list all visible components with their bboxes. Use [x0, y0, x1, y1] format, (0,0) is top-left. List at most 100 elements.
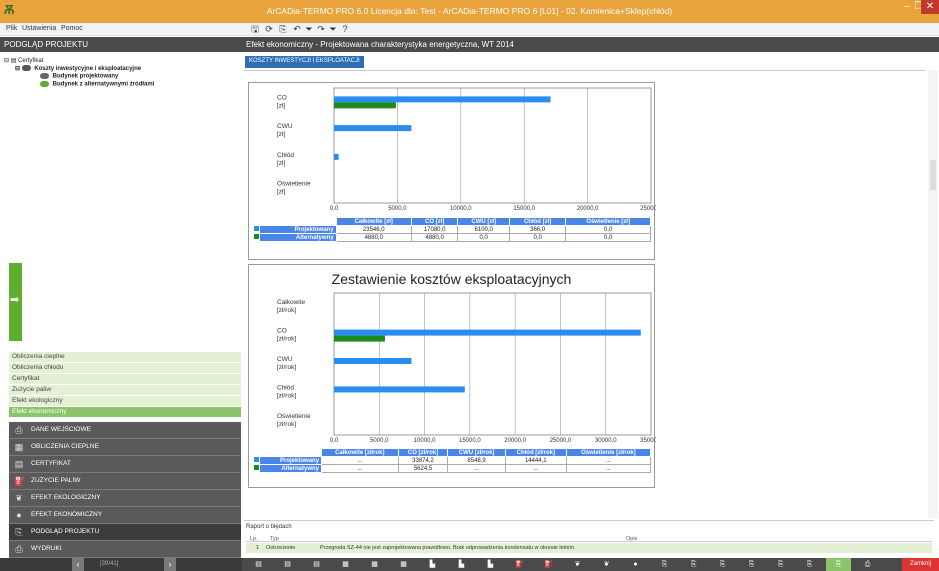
building-icon[interactable]: ▙ [449, 558, 474, 571]
report-row-type: Ostrzeżenie [266, 545, 296, 551]
fuel-icon[interactable]: ⛽ [536, 558, 561, 571]
preview-active-icon[interactable]: ⎘ [826, 558, 851, 571]
scrollbar-thumb[interactable] [930, 160, 936, 190]
section-efekt-ekologiczny[interactable]: ❦ EFEKT EKOLOGICZNY [9, 490, 241, 507]
sub-item-obliczenia-cieplne[interactable]: Obliczenia cieplne [9, 352, 241, 363]
filter-alt-icon[interactable]: ⏷ [328, 24, 338, 35]
tree-node-projected-building[interactable]: Budynek projektowany [40, 73, 118, 80]
report-title: Raport o błędach [246, 524, 292, 530]
divider [244, 70, 926, 71]
filter-icon[interactable]: ⏷ [304, 24, 314, 35]
x-tick-label: 15000,0 [513, 206, 535, 212]
leaf-icon: ❦ [15, 493, 23, 503]
tab-koszty[interactable]: KOSZTY INWESTYCJI I EKSPLOATACJI [245, 56, 364, 68]
leaf-icon[interactable]: ❦ [594, 558, 619, 571]
category-label: [zł] [277, 189, 286, 196]
menu-pomoc[interactable]: Pomoc [61, 25, 83, 32]
x-tick-label: 20000,0 [577, 206, 599, 212]
table-cell: 14444,1 [504, 456, 567, 465]
printer-icon[interactable]: ⎙ [855, 558, 880, 571]
sub-item-obliczenia-chlodu[interactable]: Obliczenia chłodu [9, 363, 241, 374]
x-tick-label: 5000,0 [388, 206, 407, 212]
copy-icon[interactable]: ⎘ [278, 24, 288, 35]
section-wydruki[interactable]: ⎙ WYDRUKI [9, 541, 241, 558]
tree-node-costs[interactable]: ⊟ Koszty inwestycyjne i eksploatacyjne [15, 65, 141, 72]
category-label: Oświetlenie [277, 181, 311, 188]
grid-icon[interactable]: ▦ [362, 558, 387, 571]
printer-icon: ⎙ [15, 544, 23, 554]
tree-node-alternative-building[interactable]: Budynek z alternatywnymi źródłami [40, 81, 154, 88]
investment-costs-chart-panel: 0,05000,010000,015000,020000,025000,0CO[… [248, 82, 656, 260]
menu-plik[interactable]: Plik [6, 25, 17, 32]
table-cell: ... [565, 456, 652, 465]
category-label: Chłód [277, 152, 294, 159]
undo-icon[interactable]: ↶ [292, 24, 302, 35]
section-efekt-ekonomiczny[interactable]: ● EFEKT EKONOMICZNY [9, 507, 241, 524]
grid-icon[interactable]: ▦ [391, 558, 416, 571]
section-label: EFEKT EKONOMICZNY [31, 511, 103, 518]
building-icon[interactable]: ▙ [478, 558, 503, 571]
input-icon: ⎙ [15, 425, 23, 435]
redo-icon[interactable]: ↷ [316, 24, 326, 35]
report-header: Lp. Typ Opis [246, 534, 932, 542]
building-alt-icon [40, 81, 49, 87]
section-certyfikat[interactable]: ▤ CERTYFIKAT [9, 456, 241, 473]
previous-page-button[interactable]: ‹ [72, 558, 84, 571]
fuel-icon[interactable]: ⛽ [507, 558, 532, 571]
section-label: EFEKT EKOLOGICZNY [31, 494, 101, 501]
row-label: Projektowany [258, 456, 323, 465]
section-label: WYDRUKI [31, 545, 62, 552]
close-button[interactable]: Zamknij [902, 558, 939, 571]
leaf-icon[interactable]: ❦ [565, 558, 590, 571]
category-label: [zł/rok] [277, 364, 296, 371]
sub-item-efekt-ekonomiczny[interactable]: Efekt ekonomiczny [9, 407, 241, 418]
collapse-icon[interactable]: ⊟ [4, 58, 9, 64]
table-cell: 4880,0 [410, 233, 459, 242]
save-icon[interactable]: 🖫 [250, 24, 260, 35]
section-zuzycie-paliw[interactable]: ⛽ ZUŻYCIE PALIW [9, 473, 241, 490]
column-header: CWU [zł/rok] [447, 448, 506, 457]
report-row[interactable]: 1 Ostrzeżenie Przegroda SZ-44 nie jest z… [246, 543, 932, 553]
title-bar: Ѫ ArCADia-TERMO PRO 6.0 Licencja dla: Te… [0, 0, 939, 23]
column-header-opis: Opis [626, 536, 638, 542]
x-tick-label: 30000,0 [595, 438, 617, 444]
building-icon[interactable]: ▙ [420, 558, 445, 571]
preview-icon[interactable]: ⎘ [710, 558, 735, 571]
bar-projected [334, 386, 465, 393]
grid-icon[interactable]: ▦ [333, 558, 358, 571]
preview-icon[interactable]: ⎘ [739, 558, 764, 571]
page-icon[interactable]: ▤ [275, 558, 300, 571]
coin-icon[interactable]: ● [623, 558, 648, 571]
preview-icon[interactable]: ⎘ [652, 558, 677, 571]
column-header: CO [zł] [410, 217, 459, 226]
window-title: ArCADia-TERMO PRO 6.0 Licencja dla: Test… [266, 6, 673, 16]
help-icon[interactable]: ? [340, 24, 350, 35]
sub-item-efekt-ekologiczny[interactable]: Efekt ekologiczny [9, 396, 241, 407]
next-page-button[interactable]: › [164, 558, 176, 571]
sub-item-zuzycie-paliw[interactable]: Zużycie paliw [9, 385, 241, 396]
sub-item-certyfikat[interactable]: Certyfikat [9, 374, 241, 385]
section-podglad-projektu[interactable]: ⎘ PODGLĄD PROJEKTU [9, 524, 241, 541]
bar-projected [334, 96, 551, 103]
preview-icon[interactable]: ⎘ [681, 558, 706, 571]
x-tick-label: 20000,0 [504, 438, 526, 444]
section-obliczenia-cieplne[interactable]: ▦ OBLICZENIA CIEPLNE [9, 439, 241, 456]
vertical-scrollbar[interactable] [928, 70, 938, 518]
legend-swatch-projected [254, 226, 259, 231]
column-header: Oświetlenie [zł] [565, 217, 651, 226]
collapse-icon[interactable]: ⊟ [15, 66, 20, 72]
tree-node-certyfikat[interactable]: ⊟ ▤ Certyfikat [4, 57, 43, 64]
page-icon[interactable]: ▤ [304, 558, 329, 571]
page-indicator: [39/41] [100, 561, 119, 567]
table-cell: 33874,2 [397, 456, 449, 465]
close-window-button[interactable]: ✕ [921, 0, 939, 14]
section-dane-wejsciowe[interactable]: ⎙ DANE WEJŚCIOWE [9, 422, 241, 439]
preview-icon[interactable]: ⎘ [797, 558, 822, 571]
table-cell: ... [321, 464, 399, 473]
refresh-icon[interactable]: ⟳ [264, 24, 274, 35]
expand-panel-button[interactable]: ➡ [9, 263, 22, 341]
menu-ustawienia[interactable]: Ustawienia [22, 25, 56, 32]
table-cell: ... [321, 456, 399, 465]
page-icon[interactable]: ▤ [246, 558, 271, 571]
preview-icon[interactable]: ⎘ [768, 558, 793, 571]
